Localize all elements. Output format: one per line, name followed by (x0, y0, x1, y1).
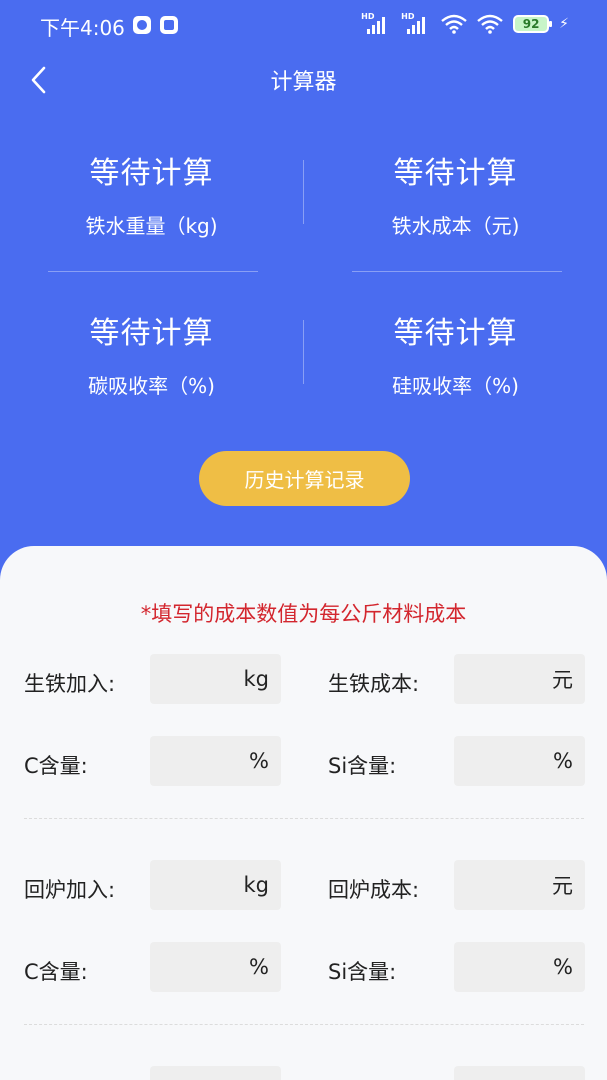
next-row-input[interactable] (150, 1066, 281, 1080)
divider (352, 271, 562, 272)
charging-icon: ⚡ (559, 16, 569, 32)
wifi-icon (441, 14, 467, 34)
pig-iron-si-input[interactable]: % (454, 736, 585, 786)
return-c-input[interactable]: % (150, 942, 281, 992)
unit-label: kg (243, 667, 270, 691)
result-value: 等待计算 (393, 156, 518, 191)
result-label: 碳吸收率（%) (88, 374, 215, 398)
section-divider (24, 818, 584, 819)
pig-iron-add-label: 生铁加入: (24, 672, 116, 696)
status-time: 下午4:06 (40, 16, 125, 40)
return-add-input[interactable]: kg (150, 860, 281, 910)
pig-iron-cost-input[interactable]: 元 (454, 654, 585, 704)
next-row-input-2[interactable] (454, 1066, 585, 1080)
notification-app-icon (133, 16, 151, 34)
notification-app-icon-2 (160, 16, 178, 34)
pig-iron-c-input[interactable]: % (150, 736, 281, 786)
divider (48, 271, 258, 272)
unit-label: 元 (552, 668, 573, 692)
pig-iron-add-input[interactable]: kg (150, 654, 281, 704)
return-si-label: Si含量: (328, 960, 397, 984)
pig-iron-cost-label: 生铁成本: (328, 672, 420, 696)
return-c-field[interactable] (150, 942, 240, 992)
result-value: 等待计算 (393, 316, 518, 351)
return-cost-input[interactable]: 元 (454, 860, 585, 910)
return-add-field[interactable] (150, 860, 240, 910)
result-carbon-absorption: 等待计算 碳吸收率（%) (0, 308, 303, 399)
unit-label: % (553, 749, 573, 773)
result-label: 铁水重量（kg) (85, 214, 218, 238)
divider (303, 160, 304, 224)
wifi-icon-2 (477, 14, 503, 34)
result-value: 等待计算 (89, 316, 214, 351)
nav-bar: 计算器 (0, 52, 607, 108)
return-add-label: 回炉加入: (24, 878, 116, 902)
unit-label: % (249, 749, 269, 773)
unit-label: % (553, 955, 573, 979)
result-label: 硅吸收率（%) (392, 374, 519, 398)
section-divider (24, 1024, 584, 1025)
return-si-field[interactable] (454, 942, 544, 992)
pig-iron-si-label: Si含量: (328, 754, 397, 778)
divider (303, 320, 304, 384)
input-form-panel: *填写的成本数值为每公斤材料成本 生铁加入: kg 生铁成本: 元 C含量: %… (0, 546, 607, 1080)
results-panel: 等待计算 铁水重量（kg) 等待计算 铁水成本（元) 等待计算 碳吸收率（%) … (0, 108, 607, 428)
pig-iron-c-label: C含量: (24, 754, 88, 778)
return-cost-label: 回炉成本: (328, 878, 420, 902)
battery-icon: 92 (513, 15, 553, 33)
pig-iron-cost-field[interactable] (454, 654, 544, 704)
unit-label: kg (243, 873, 270, 897)
unit-label: % (249, 955, 269, 979)
result-value: 等待计算 (89, 156, 214, 191)
signal-icon-2: HD (401, 12, 431, 34)
signal-icon: HD (361, 12, 391, 34)
battery-level: 92 (522, 17, 540, 31)
result-iron-weight: 等待计算 铁水重量（kg) (0, 148, 303, 239)
cost-notice: *填写的成本数值为每公斤材料成本 (140, 602, 467, 626)
pig-iron-c-field[interactable] (150, 736, 240, 786)
history-records-button[interactable]: 历史计算记录 (199, 451, 410, 506)
status-bar: 下午4:06 HD HD 92 ⚡ (0, 0, 607, 52)
page-title: 计算器 (270, 70, 337, 95)
unit-label: 元 (552, 874, 573, 898)
result-label: 铁水成本（元) (391, 214, 520, 238)
pig-iron-add-field[interactable] (150, 654, 240, 704)
return-si-input[interactable]: % (454, 942, 585, 992)
result-iron-cost: 等待计算 铁水成本（元) (304, 148, 607, 239)
return-cost-field[interactable] (454, 860, 544, 910)
return-c-label: C含量: (24, 960, 88, 984)
pig-iron-si-field[interactable] (454, 736, 544, 786)
result-silicon-absorption: 等待计算 硅吸收率（%) (304, 308, 607, 399)
